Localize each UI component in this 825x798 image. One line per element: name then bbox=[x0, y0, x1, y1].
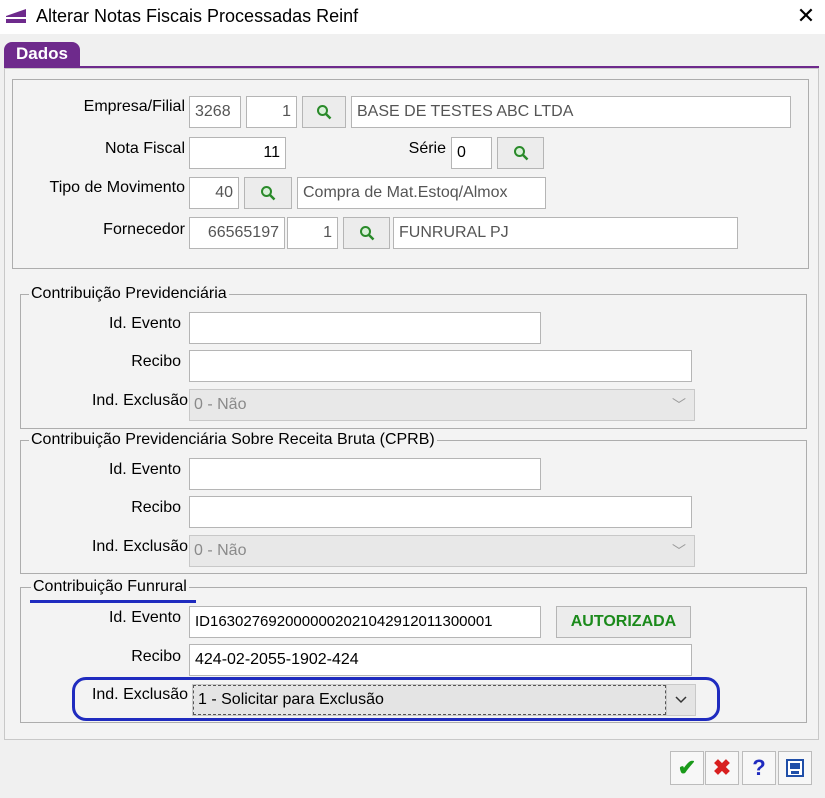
empresa-code-field[interactable]: 3268 bbox=[189, 96, 241, 128]
highlight-ellipse bbox=[72, 677, 720, 721]
filial-code-field[interactable]: 1 bbox=[246, 96, 297, 128]
cprb-excl-value: 0 - Não bbox=[194, 542, 247, 559]
fornecedor-name-field[interactable]: FUNRURAL PJ bbox=[393, 217, 738, 249]
nota-field[interactable]: 11 bbox=[189, 137, 286, 169]
prev-legend: Contribuição Previdenciária bbox=[29, 285, 229, 303]
tab-dados[interactable]: Dados bbox=[4, 42, 80, 66]
empresa-name-field[interactable]: BASE DE TESTES ABC LTDA bbox=[351, 96, 791, 128]
help-button[interactable]: ? bbox=[742, 751, 776, 785]
empresa-label: Empresa/Filial bbox=[83, 98, 185, 115]
funrural-recibo-label: Recibo bbox=[131, 648, 181, 665]
serie-label: Série bbox=[408, 140, 446, 157]
cprb-excl-select[interactable]: 0 - Não ﹀ bbox=[189, 535, 695, 567]
prev-excl-select[interactable]: 0 - Não ﹀ bbox=[189, 389, 695, 421]
nota-label: Nota Fiscal bbox=[104, 140, 185, 157]
search-icon[interactable] bbox=[497, 137, 544, 169]
cprb-legend: Contribuição Previdenciária Sobre Receit… bbox=[29, 431, 437, 449]
prev-recibo-label: Recibo bbox=[131, 353, 181, 370]
fornecedor-code-field[interactable]: 66565197 bbox=[189, 217, 285, 249]
chevron-down-icon: ﹀ bbox=[672, 397, 686, 413]
prev-excl-label: Ind. Exclusão bbox=[91, 392, 188, 409]
prev-id-field[interactable] bbox=[189, 312, 541, 344]
status-badge: AUTORIZADA bbox=[556, 606, 691, 638]
cprb-excl-label: Ind. Exclusão bbox=[91, 538, 188, 555]
tipo-label: Tipo de Movimento bbox=[49, 179, 185, 196]
cprb-id-label: Id. Evento bbox=[108, 461, 181, 478]
funrural-id-field[interactable]: ID1630276920000002021042912011300001 bbox=[189, 606, 541, 638]
chevron-down-icon: ﹀ bbox=[672, 543, 686, 559]
fornecedor-seq-field[interactable]: 1 bbox=[287, 217, 338, 249]
cancel-button[interactable]: ✖ bbox=[705, 751, 739, 785]
cprb-recibo-label: Recibo bbox=[131, 499, 181, 516]
cprb-recibo-field[interactable] bbox=[189, 496, 692, 528]
print-icon[interactable] bbox=[778, 751, 812, 785]
close-icon[interactable]: ✕ bbox=[794, 3, 818, 29]
prev-recibo-field[interactable] bbox=[189, 350, 692, 382]
search-icon[interactable] bbox=[244, 177, 292, 209]
app-icon bbox=[6, 8, 26, 24]
window-title: Alterar Notas Fiscais Processadas Reinf bbox=[36, 6, 359, 26]
tipo-code-field[interactable]: 40 bbox=[189, 177, 239, 209]
confirm-button[interactable]: ✔ bbox=[670, 751, 704, 785]
funrural-legend: Contribuição Funrural bbox=[31, 578, 189, 596]
search-icon[interactable] bbox=[343, 217, 390, 249]
funrural-id-label: Id. Evento bbox=[108, 609, 181, 626]
funrural-underline bbox=[30, 600, 196, 603]
prev-id-label: Id. Evento bbox=[108, 315, 181, 332]
fornecedor-label: Fornecedor bbox=[103, 221, 185, 238]
cprb-id-field[interactable] bbox=[189, 458, 541, 490]
funrural-recibo-field[interactable]: 424-02-2055-1902-424 bbox=[189, 644, 692, 676]
serie-field[interactable]: 0 bbox=[451, 137, 492, 169]
search-icon[interactable] bbox=[302, 96, 346, 128]
prev-excl-value: 0 - Não bbox=[194, 396, 247, 413]
tipo-desc-field[interactable]: Compra de Mat.Estoq/Almox bbox=[297, 177, 546, 209]
